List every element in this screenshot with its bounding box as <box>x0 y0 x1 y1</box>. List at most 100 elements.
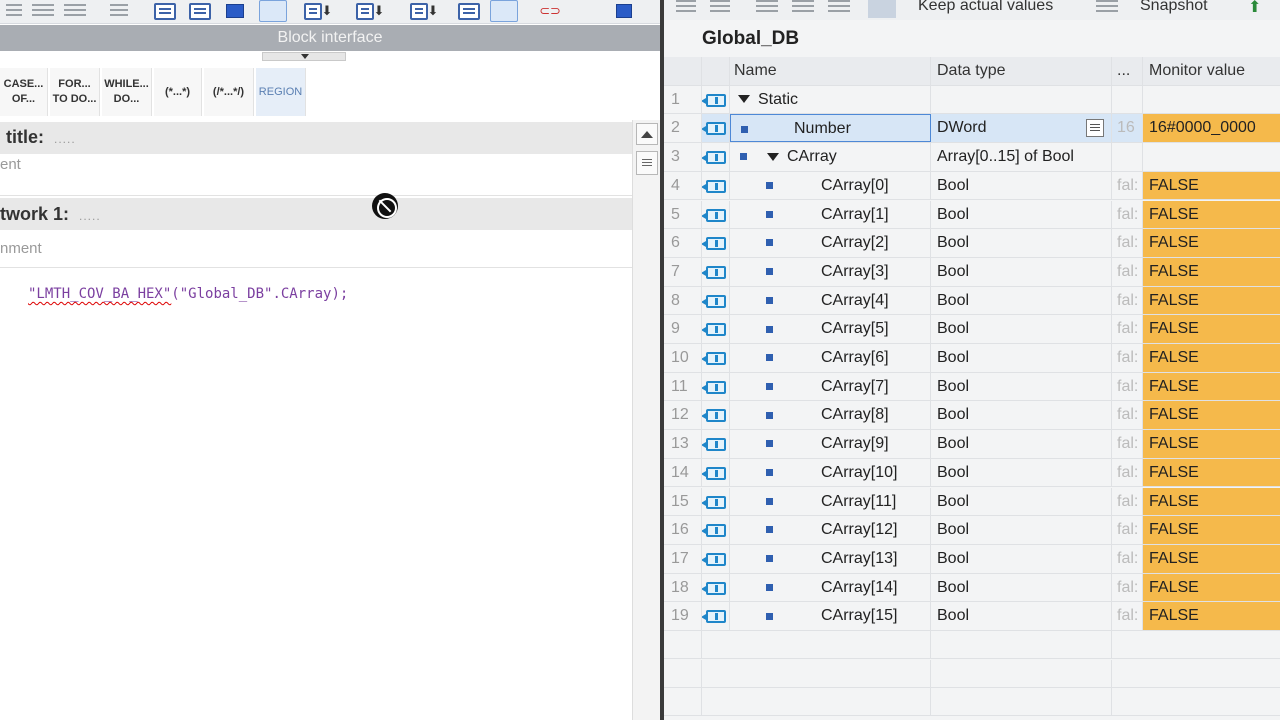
insert-down-icon[interactable]: ⬇ <box>298 0 338 22</box>
snippet-block-comment[interactable]: (*...*) <box>154 68 202 116</box>
edit-list-icon[interactable] <box>452 0 486 22</box>
row-data-type[interactable]: Bool <box>931 602 1112 630</box>
row-name-cell[interactable]: Number <box>730 114 931 143</box>
row-monitor-value[interactable]: FALSE <box>1143 372 1280 401</box>
table-row[interactable]: 7 CArray[3] Bool fal: FALSE <box>664 257 1280 287</box>
row-data-type[interactable]: DWord <box>931 114 1112 143</box>
insert-down-3-icon[interactable]: ⬇ <box>402 0 446 22</box>
row-data-type[interactable]: Bool <box>931 430 1112 458</box>
row-monitor-value[interactable]: FALSE <box>1143 458 1280 487</box>
settings-icon[interactable] <box>610 0 638 22</box>
snippet-for-to-do[interactable]: FOR... TO DO... <box>50 68 100 116</box>
row-monitor-value[interactable]: FALSE <box>1143 401 1280 430</box>
edit-icon[interactable] <box>792 0 814 14</box>
row-data-type[interactable]: Bool <box>931 229 1112 257</box>
table-view-icon[interactable] <box>186 0 214 22</box>
row-data-type[interactable]: Bool <box>931 257 1112 286</box>
table-row[interactable]: 17 CArray[13] Bool fal: FALSE <box>664 544 1280 574</box>
row-data-type[interactable]: Bool <box>931 200 1112 229</box>
snapshot-button[interactable]: Snapshot <box>1140 0 1208 15</box>
scroll-up-icon[interactable] <box>636 123 658 145</box>
outdent-icon[interactable] <box>62 0 88 22</box>
block-title-header[interactable]: title:..... <box>0 122 632 154</box>
row-monitor-value[interactable]: FALSE <box>1143 229 1280 257</box>
row-monitor-value[interactable]: FALSE <box>1143 573 1280 602</box>
collapse-icon[interactable] <box>828 0 850 14</box>
table-row[interactable]: 4 CArray[0] Bool fal: FALSE <box>664 171 1280 201</box>
blue-block-icon[interactable] <box>222 0 248 22</box>
row-monitor-value[interactable]: FALSE <box>1143 171 1280 200</box>
table-row[interactable]: 14 CArray[10] Bool fal: FALSE <box>664 458 1280 488</box>
header-extra[interactable]: ... <box>1112 57 1143 85</box>
row-data-type[interactable]: Bool <box>931 315 1112 343</box>
table-row[interactable]: 16 CArray[12] Bool fal: FALSE <box>664 516 1280 545</box>
snippet-while-do[interactable]: WHILE... DO... <box>102 68 152 116</box>
scl-code-line[interactable]: "LMTH_COV_BA_HEX"("Global_DB".CArray); <box>28 286 348 302</box>
table-row[interactable]: 8 CArray[4] Bool fal: FALSE <box>664 286 1280 316</box>
row-name-cell[interactable]: Static <box>730 85 931 114</box>
header-name[interactable]: Name <box>730 57 931 85</box>
row-monitor-value[interactable]: FALSE <box>1143 430 1280 458</box>
row-data-type[interactable]: Bool <box>931 544 1112 573</box>
header-data-type[interactable]: Data type <box>931 57 1112 85</box>
row-monitor-value[interactable]: FALSE <box>1143 344 1280 372</box>
row-monitor-value[interactable]: FALSE <box>1143 315 1280 343</box>
row-data-type[interactable]: Bool <box>931 401 1112 430</box>
table-row[interactable]: 11 CArray[7] Bool fal: FALSE <box>664 372 1280 402</box>
table-row[interactable]: 13 CArray[9] Bool fal: FALSE <box>664 430 1280 459</box>
list-view-icon[interactable] <box>152 0 178 22</box>
upload-arrow-icon[interactable]: ⬆ <box>1248 0 1261 17</box>
monitor-toggle-icon[interactable] <box>868 0 896 18</box>
row-name-cell[interactable]: CArray[5] <box>730 315 931 343</box>
row-name-cell[interactable]: CArray[2] <box>730 229 931 257</box>
row-name-cell[interactable]: CArray[13] <box>730 544 931 573</box>
empty-row[interactable] <box>664 631 1280 659</box>
expand-triangle-icon[interactable] <box>738 95 750 104</box>
row-monitor-value[interactable] <box>1143 143 1280 171</box>
row-name-cell[interactable]: CArray[14] <box>730 573 931 602</box>
row-name-cell[interactable]: CArray[6] <box>730 344 931 372</box>
row-data-type[interactable]: Bool <box>931 286 1112 315</box>
block-comment[interactable]: ent <box>0 154 632 196</box>
db-save-icon[interactable] <box>1096 0 1118 16</box>
row-monitor-value[interactable]: FALSE <box>1143 602 1280 630</box>
row-name-cell[interactable]: CArray[0] <box>730 171 931 200</box>
table-row[interactable]: 15 CArray[11] Bool fal: FALSE <box>664 487 1280 517</box>
network-1-header[interactable]: twork 1:..... <box>0 198 632 230</box>
row-data-type[interactable] <box>931 85 1112 114</box>
row-name-cell[interactable]: CArray[12] <box>730 516 931 544</box>
row-monitor-value[interactable]: 16#0000_0000 <box>1143 114 1280 143</box>
row-name-cell[interactable]: CArray[15] <box>730 602 931 630</box>
row-data-type[interactable]: Bool <box>931 171 1112 200</box>
row-monitor-value[interactable]: FALSE <box>1143 200 1280 229</box>
row-monitor-value[interactable]: FALSE <box>1143 487 1280 516</box>
table-row[interactable]: 1 Static <box>664 85 1280 115</box>
goto-icon[interactable] <box>106 0 132 22</box>
table-row[interactable]: 19 CArray[15] Bool fal: FALSE <box>664 602 1280 631</box>
row-data-type[interactable]: Bool <box>931 344 1112 372</box>
block-interface-splitter[interactable] <box>262 52 346 61</box>
row-monitor-value[interactable]: FALSE <box>1143 257 1280 286</box>
editor-scrollbar[interactable] <box>632 120 660 720</box>
row-name-cell[interactable]: CArray[11] <box>730 487 931 516</box>
find-icon[interactable] <box>488 0 520 22</box>
block-interface-bar[interactable]: Block interface <box>0 25 660 51</box>
insert-row-icon[interactable] <box>676 0 696 14</box>
row-monitor-value[interactable] <box>1143 86 1280 114</box>
insert-down-2-icon[interactable]: ⬇ <box>348 0 392 22</box>
row-data-type[interactable]: Bool <box>931 487 1112 516</box>
table-row[interactable]: 12 CArray[8] Bool fal: FALSE <box>664 401 1280 431</box>
table-row[interactable]: 10 CArray[6] Bool fal: FALSE <box>664 344 1280 373</box>
table-row[interactable]: 6 CArray[2] Bool fal: FALSE <box>664 229 1280 258</box>
comment-toggle-icon[interactable] <box>258 0 288 22</box>
row-name-cell[interactable]: CArray <box>730 143 931 171</box>
expand-icon[interactable] <box>756 0 778 14</box>
indent-icon[interactable] <box>30 0 56 22</box>
table-row[interactable]: 5 CArray[1] Bool fal: FALSE <box>664 200 1280 230</box>
row-name-cell[interactable]: CArray[1] <box>730 200 931 229</box>
expand-triangle-icon[interactable] <box>767 152 779 161</box>
snippet-line-comment[interactable]: (/*...*/) <box>204 68 254 116</box>
row-name-cell[interactable]: CArray[8] <box>730 401 931 430</box>
row-monitor-value[interactable]: FALSE <box>1143 544 1280 573</box>
row-data-type[interactable]: Bool <box>931 516 1112 544</box>
